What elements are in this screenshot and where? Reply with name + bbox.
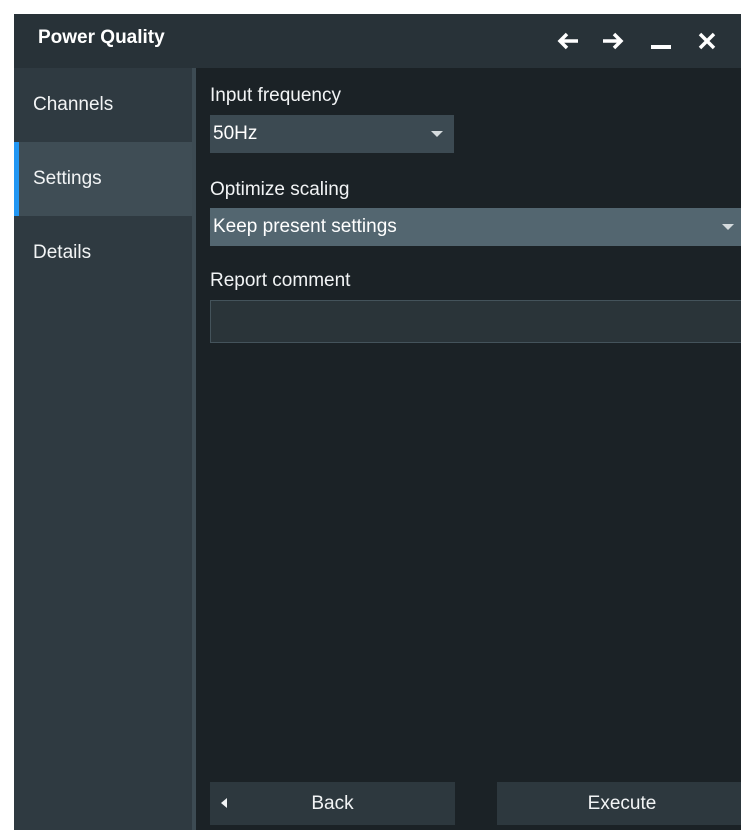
optimize-scaling-value: Keep present settings xyxy=(213,216,397,237)
input-frequency-value: 50Hz xyxy=(213,123,258,144)
window-title: Power Quality xyxy=(38,27,165,48)
execute-button-label: Execute xyxy=(587,792,657,814)
back-button-label: Back xyxy=(311,792,354,814)
sidebar-item-label: Settings xyxy=(33,168,102,189)
execute-button[interactable]: Execute xyxy=(497,782,741,825)
title-bar: Power Quality xyxy=(14,14,741,68)
active-indicator xyxy=(14,142,19,216)
input-frequency-dropdown[interactable]: 50Hz xyxy=(210,115,454,153)
forward-arrow-icon[interactable] xyxy=(596,14,630,68)
sidebar-item-details[interactable]: Details xyxy=(14,216,192,290)
back-triangle-icon xyxy=(221,798,227,808)
sidebar-item-settings[interactable]: Settings xyxy=(14,142,192,216)
sidebar-divider xyxy=(192,68,196,830)
optimize-scaling-label: Optimize scaling xyxy=(210,179,350,200)
optimize-scaling-dropdown[interactable]: Keep present settings xyxy=(210,208,741,246)
sidebar-item-label: Details xyxy=(33,242,92,263)
close-icon[interactable] xyxy=(690,14,724,68)
report-comment-input[interactable] xyxy=(210,300,741,343)
back-button[interactable]: Back xyxy=(210,782,455,825)
input-frequency-label: Input frequency xyxy=(210,85,341,106)
chevron-down-icon xyxy=(431,131,443,137)
minimize-icon[interactable] xyxy=(644,14,678,68)
chevron-down-icon xyxy=(722,224,734,230)
sidebar-item-channels[interactable]: Channels xyxy=(14,68,192,142)
back-arrow-icon[interactable] xyxy=(551,14,585,68)
report-comment-label: Report comment xyxy=(210,270,351,291)
sidebar: Channels Settings Details xyxy=(14,68,192,830)
power-quality-dialog: Power Quality Channels Settings Details … xyxy=(14,14,741,830)
sidebar-item-label: Channels xyxy=(33,94,114,115)
